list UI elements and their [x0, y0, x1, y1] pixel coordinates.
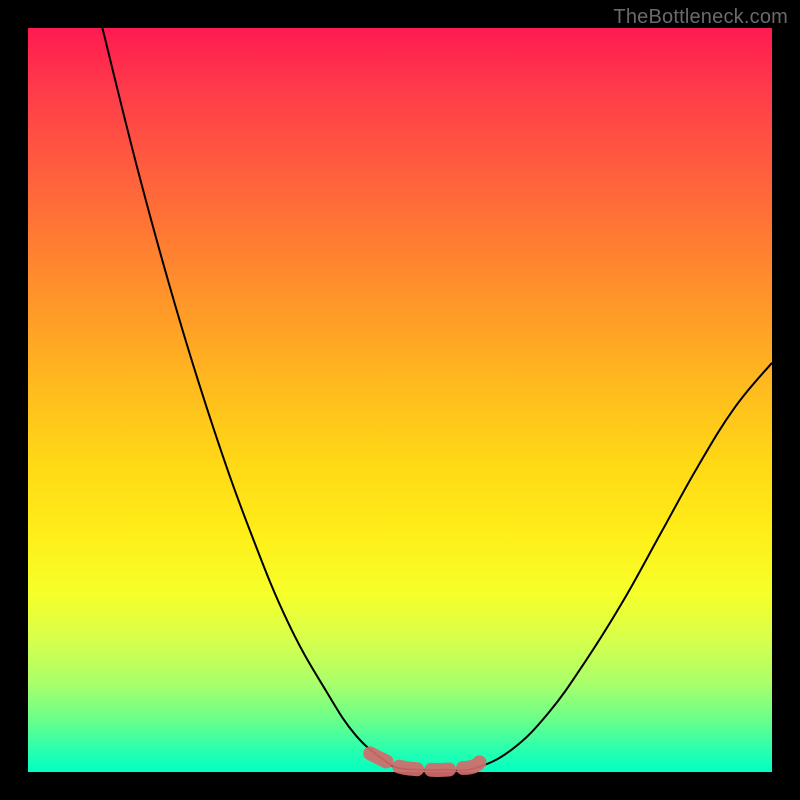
curve-group — [102, 28, 772, 770]
marker-group — [370, 753, 482, 770]
optimal-range-marker — [370, 753, 482, 770]
plot-area — [28, 28, 772, 772]
curves-svg — [28, 28, 772, 772]
watermark-text: TheBottleneck.com — [613, 6, 788, 29]
chart-frame: TheBottleneck.com — [0, 0, 800, 800]
bottleneck-curve — [102, 28, 772, 770]
